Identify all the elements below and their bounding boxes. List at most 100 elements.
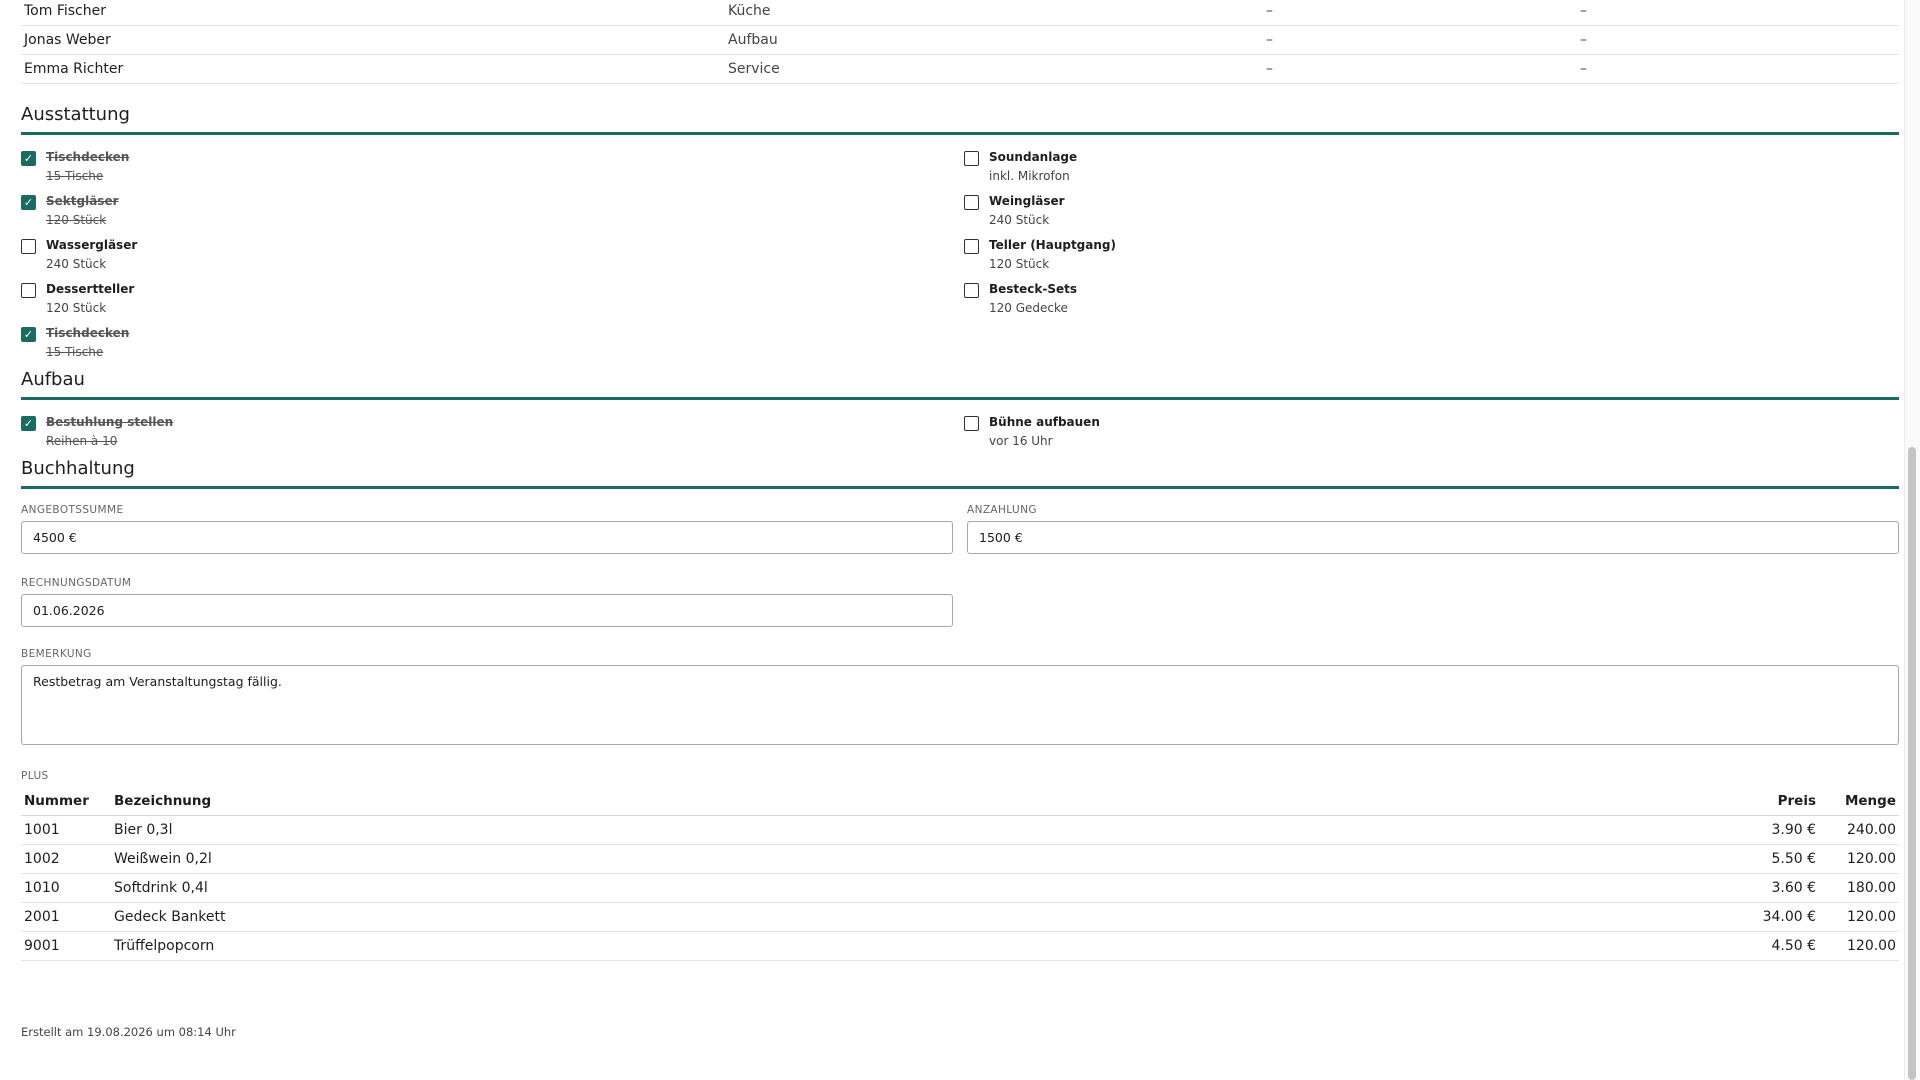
checklist-item-text: Tischdecken 15 Tische	[46, 325, 129, 360]
plu-row: 1002 Weißwein 0,2l 5.50 €120.00	[21, 844, 1899, 874]
plu-header-preis: Preis	[1693, 787, 1819, 816]
checklist-item-detail: 120 Gedecke	[989, 301, 1068, 315]
plu-preis: 4.50 €	[1693, 931, 1819, 961]
checkbox-checked[interactable]	[21, 151, 36, 166]
checkbox-unchecked[interactable]	[964, 151, 979, 166]
plu-row: 1010 Softdrink 0,4l 3.60 €180.00	[21, 873, 1899, 903]
checklist-item[interactable]: Wassergläser 240 Stück	[21, 237, 964, 281]
section-aufbau: Aufbau Bestuhlung stellen Reihen à 10 Büh…	[21, 369, 1899, 458]
checkbox-unchecked[interactable]	[964, 239, 979, 254]
checkbox-unchecked[interactable]	[964, 283, 979, 298]
checklist-item[interactable]: Dessertteller 120 Stück	[21, 281, 964, 325]
checklist-item-text: Weingläser 240 Stück	[989, 193, 1065, 228]
rechnungsdatum-input[interactable]: 01.06.2026	[21, 594, 953, 627]
checklist-item[interactable]: Tischdecken 15 Tische	[21, 325, 964, 369]
plu-menge: 240.00	[1819, 815, 1899, 845]
checkbox-unchecked[interactable]	[964, 416, 979, 431]
staff-area: Service	[728, 61, 780, 77]
checklist-item-detail: 120 Stück	[46, 213, 107, 227]
checklist-item-detail: Reihen à 10	[46, 434, 118, 448]
section-title-aufbau: Aufbau	[21, 369, 1899, 400]
section-ausstattung: Ausstattung Tischdecken 15 Tische Sektgläs…	[21, 104, 1899, 369]
plu-preis: 3.90 €	[1693, 815, 1819, 845]
vertical-scrollbar[interactable]	[1904, 0, 1920, 1080]
ausstattung-right-column: Soundanlage inkl. Mikrofon Weingläser 240 S…	[964, 149, 1899, 369]
plu-header-nummer: Nummer	[21, 787, 111, 816]
staff-column-4: –	[1580, 61, 1587, 77]
checklist-item-text: Tischdecken 15 Tische	[46, 149, 129, 184]
angebotssumme-label: ANGEBOTSSUMME	[21, 504, 124, 516]
plu-bezeichnung: Trüffelpopcorn	[111, 931, 1693, 961]
plu-nummer: 1010	[21, 873, 111, 903]
checklist-item-detail: inkl. Mikrofon	[989, 169, 1070, 183]
checklist-item[interactable]: Sektgläser 120 Stück	[21, 193, 964, 237]
plu-preis: 3.60 €	[1693, 873, 1819, 903]
event-detail-page: Tom Fischer Küche – – Jonas Weber Aufbau – – Emm…	[21, 0, 1899, 1039]
checklist-item-text: Wassergläser 240 Stück	[46, 237, 137, 272]
checklist-item-text: Teller (Hauptgang) 120 Stück	[989, 237, 1116, 272]
checklist-item-text: Bestuhlung stellen Reihen à 10	[46, 414, 173, 449]
checklist-item-label: Bühne aufbauen	[989, 415, 1100, 429]
plu-menge: 120.00	[1819, 902, 1899, 932]
checklist-item-text: Bühne aufbauen vor 16 Uhr	[989, 414, 1100, 449]
checkbox-checked[interactable]	[21, 416, 36, 431]
checklist-item[interactable]: Bühne aufbauen vor 16 Uhr	[964, 414, 1899, 458]
staff-column-3: –	[1266, 32, 1273, 48]
checklist-item-detail: 240 Stück	[989, 213, 1050, 227]
checkbox-unchecked[interactable]	[21, 239, 36, 254]
checklist-item[interactable]: Besteck-Sets 120 Gedecke	[964, 281, 1899, 325]
checklist-item-detail: 240 Stück	[46, 257, 107, 271]
checklist-item-text: Sektgläser 120 Stück	[46, 193, 119, 228]
checklist-item-label: Tischdecken	[46, 326, 130, 340]
angebotssumme-input[interactable]: 4500 €	[21, 521, 953, 554]
anzahlung-input[interactable]: 1500 €	[967, 521, 1899, 554]
staff-name: Emma Richter	[24, 61, 124, 77]
bemerkung-textarea[interactable]: Restbetrag am Veranstaltungstag fällig.	[21, 665, 1899, 745]
checklist-item-detail: 120 Stück	[989, 257, 1050, 271]
plu-bezeichnung: Gedeck Bankett	[111, 902, 1693, 932]
bemerkung-field: BEMERKUNG Restbetrag am Veranstaltungsta…	[21, 647, 1899, 745]
staff-name: Tom Fischer	[24, 3, 106, 19]
checklist-item[interactable]: Bestuhlung stellen Reihen à 10	[21, 414, 964, 458]
checklist-item-detail: vor 16 Uhr	[989, 434, 1053, 448]
staff-row: Tom Fischer Küche – –	[21, 0, 1899, 26]
plu-header-bezeichnung: Bezeichnung	[111, 787, 1693, 816]
checkbox-unchecked[interactable]	[21, 283, 36, 298]
plu-menge: 120.00	[1819, 931, 1899, 961]
plu-bezeichnung: Weißwein 0,2l	[111, 844, 1693, 874]
aufbau-right-column: Bühne aufbauen vor 16 Uhr	[964, 414, 1899, 458]
checklist-item-label: Weingläser	[989, 194, 1065, 208]
plu-menge: 120.00	[1819, 844, 1899, 874]
staff-area: Küche	[728, 3, 771, 19]
staff-row: Emma Richter Service – –	[21, 55, 1899, 84]
staff-column-4: –	[1580, 3, 1587, 19]
anzahlung-label: ANZAHLUNG	[967, 504, 1037, 516]
checklist-item[interactable]: Soundanlage inkl. Mikrofon	[964, 149, 1899, 193]
plu-nummer: 9001	[21, 931, 111, 961]
plu-preis: 5.50 €	[1693, 844, 1819, 874]
checklist-item-label: Sektgläser	[46, 194, 119, 208]
section-title-buchhaltung: Buchhaltung	[21, 458, 1899, 489]
scrollbar-thumb[interactable]	[1908, 447, 1916, 1080]
checkbox-checked[interactable]	[21, 327, 36, 342]
checklist-item[interactable]: Teller (Hauptgang) 120 Stück	[964, 237, 1899, 281]
section-title-ausstattung: Ausstattung	[21, 104, 1899, 135]
staff-column-4: –	[1580, 32, 1587, 48]
checklist-item-detail: 15 Tische	[46, 169, 104, 183]
plu-row: 9001 Trüffelpopcorn 4.50 €120.00	[21, 931, 1899, 961]
checklist-item-label: Wassergläser	[46, 238, 138, 252]
plu-bezeichnung: Bier 0,3l	[111, 815, 1693, 845]
checkbox-unchecked[interactable]	[964, 195, 979, 210]
checklist-item-label: Bestuhlung stellen	[46, 415, 174, 429]
checkbox-checked[interactable]	[21, 195, 36, 210]
checklist-item-text: Dessertteller 120 Stück	[46, 281, 134, 316]
staff-column-3: –	[1266, 61, 1273, 77]
checklist-item[interactable]: Weingläser 240 Stück	[964, 193, 1899, 237]
checklist-item-label: Dessertteller	[46, 282, 135, 296]
plu-row: 2001 Gedeck Bankett 34.00 €120.00	[21, 902, 1899, 932]
staff-name: Jonas Weber	[24, 32, 111, 48]
plu-row: 1001 Bier 0,3l 3.90 €240.00	[21, 815, 1899, 845]
rechnungsdatum-label: RECHNUNGSDATUM	[21, 577, 132, 589]
checklist-item[interactable]: Tischdecken 15 Tische	[21, 149, 964, 193]
bemerkung-label: BEMERKUNG	[21, 648, 92, 660]
